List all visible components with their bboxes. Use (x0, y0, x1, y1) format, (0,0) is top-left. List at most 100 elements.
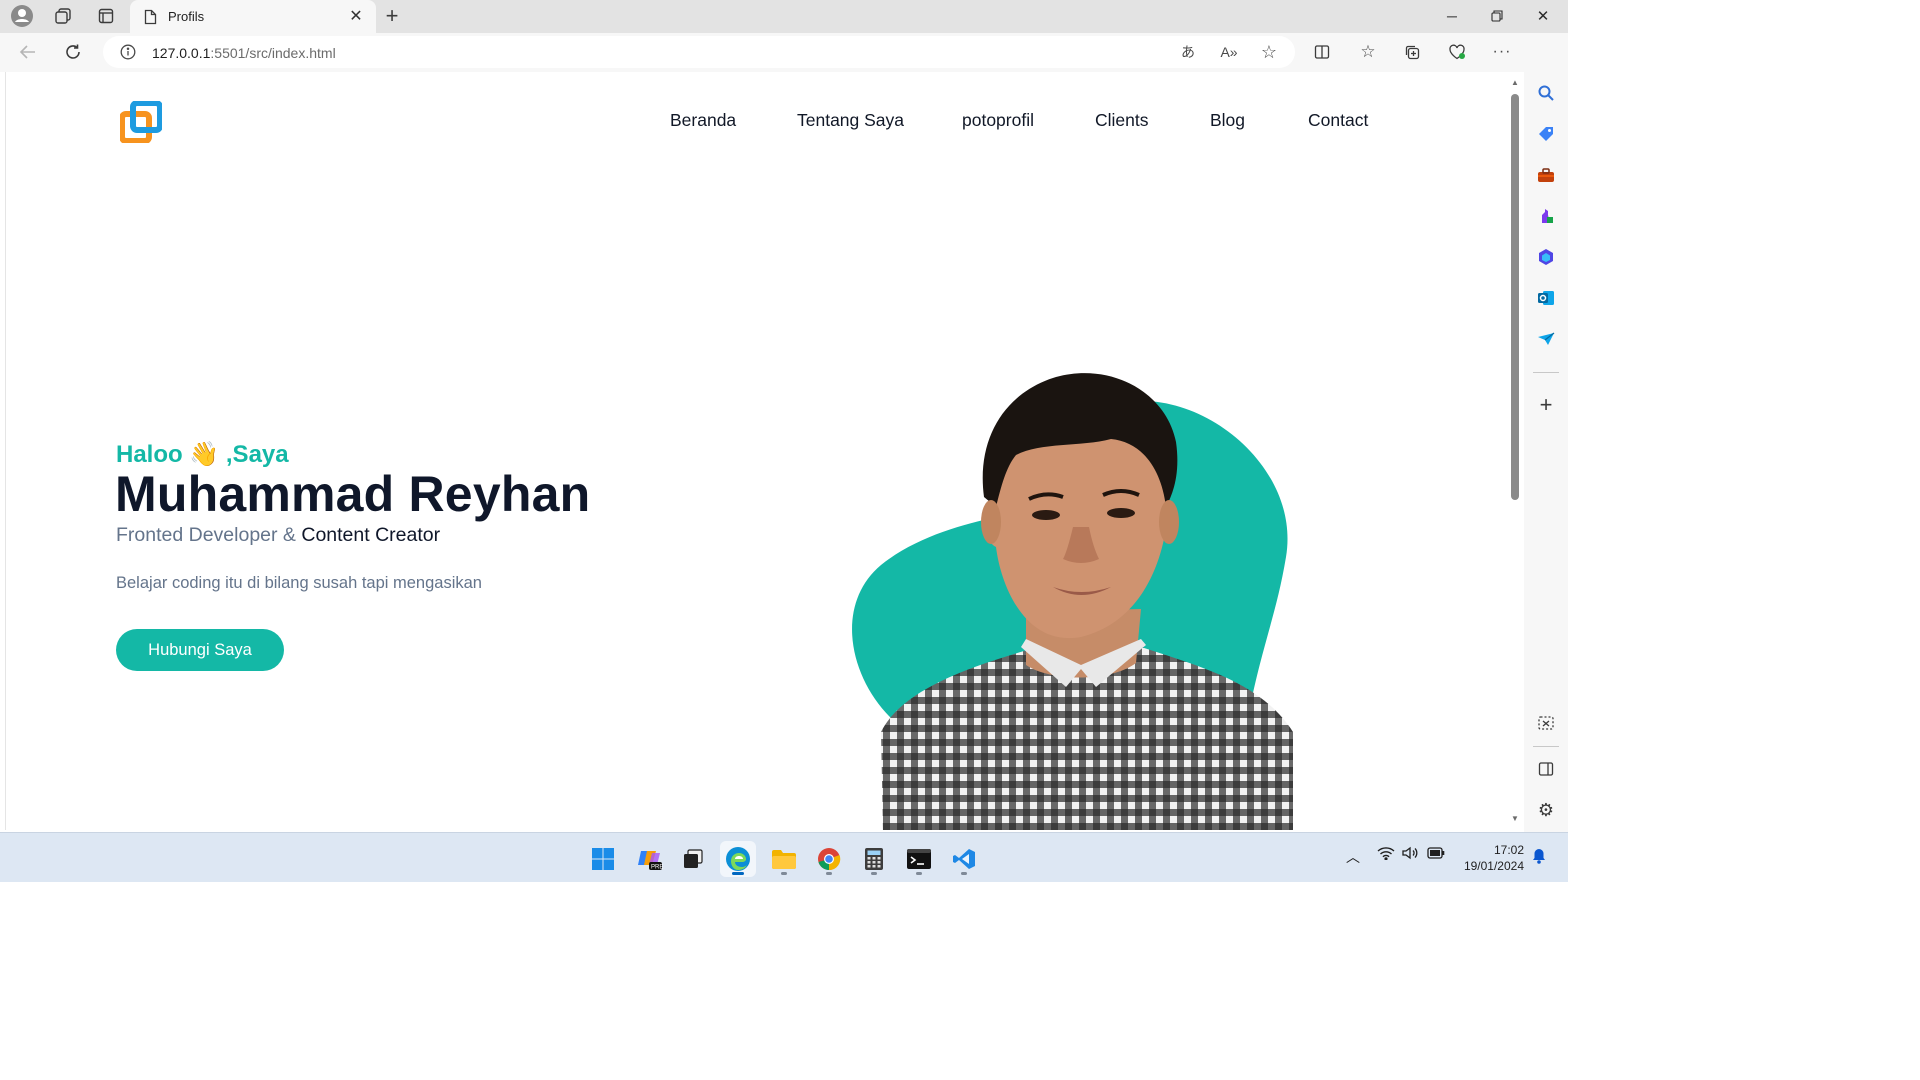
refresh-button[interactable] (60, 39, 86, 65)
copilot-preview-icon: PRE (638, 851, 663, 871)
url-text[interactable]: 127.0.0.1:5501/src/index.html (152, 45, 336, 61)
vscode-icon (953, 849, 975, 869)
sidebar-outlook-icon[interactable] (1534, 286, 1558, 310)
volume-icon[interactable] (1402, 846, 1418, 863)
wifi-icon[interactable] (1377, 846, 1395, 863)
vscode-app[interactable] (946, 841, 982, 877)
more-options-icon[interactable]: ··· (1489, 39, 1515, 65)
sidebar-drop-icon[interactable] (1534, 327, 1558, 351)
sidebar-tools-icon[interactable] (1534, 163, 1558, 187)
task-view-icon (684, 849, 703, 868)
task-view-app[interactable] (675, 841, 711, 877)
sidebar-add-icon[interactable]: + (1534, 392, 1558, 417)
edge-icon (726, 847, 750, 871)
close-tab-icon[interactable]: ✕ (346, 6, 366, 26)
chrome-indicator (826, 872, 832, 875)
clock-time: 17:02 (1493, 843, 1524, 857)
collections-icon[interactable] (1399, 39, 1425, 65)
sidebar-screenshot-icon[interactable] (1534, 711, 1558, 735)
sidebar-divider-bottom (1533, 746, 1559, 747)
back-arrow-icon (19, 45, 35, 59)
nav-contact[interactable]: Contact (1308, 110, 1368, 131)
restore-button[interactable] (1480, 3, 1514, 29)
svg-text:PRE: PRE (651, 865, 663, 871)
edge-app[interactable] (720, 841, 756, 877)
nav-blog[interactable]: Blog (1210, 110, 1245, 131)
hero-role: Fronted Developer & Content Creator (116, 524, 440, 547)
page-icon (144, 9, 157, 25)
file-explorer-app[interactable] (766, 841, 802, 877)
url-host: 127.0.0.1 (152, 45, 211, 61)
terminal-app[interactable] (901, 841, 937, 877)
nav-beranda[interactable]: Beranda (670, 110, 736, 131)
workspaces-button[interactable] (49, 2, 77, 30)
nav-potoprofil[interactable]: potoprofil (962, 110, 1034, 131)
read-aloud-icon[interactable]: A» (1216, 39, 1242, 65)
sidebar-shopping-icon[interactable] (1534, 122, 1558, 146)
contact-me-button[interactable]: Hubungi Saya (116, 629, 284, 671)
scroll-down-icon[interactable]: ▼ (1511, 814, 1519, 823)
calculator-icon (865, 848, 883, 870)
sidebar-search-icon[interactable] (1534, 81, 1558, 105)
taskbar-clock[interactable]: 17:02 19/01/2024 (1454, 842, 1524, 874)
nav-tentang-saya[interactable]: Tentang Saya (797, 110, 904, 131)
url-path: :5501/src/index.html (210, 45, 336, 61)
close-window-button[interactable]: ✕ (1526, 3, 1560, 29)
tray-overflow-icon[interactable]: ︿ (1346, 847, 1360, 867)
nav-clients[interactable]: Clients (1095, 110, 1149, 131)
battery-icon[interactable] (1427, 846, 1445, 862)
split-screen-icon[interactable] (1309, 39, 1335, 65)
vertical-tabs-button[interactable] (92, 2, 120, 30)
site-logo[interactable] (119, 100, 163, 144)
back-button[interactable] (15, 39, 41, 65)
profile-button[interactable] (8, 2, 36, 30)
role-highlight: Content Creator (301, 524, 441, 546)
minimize-button[interactable]: ─ (1435, 3, 1469, 29)
edge-active-indicator (732, 872, 744, 875)
hero-name: Muhammad Reyhan (115, 466, 591, 522)
clock-date: 19/01/2024 (1463, 859, 1524, 873)
notifications-bell-icon[interactable] (1532, 848, 1546, 867)
sidebar-microsoft365-icon[interactable] (1534, 245, 1558, 269)
terminal-icon (907, 849, 931, 869)
new-tab-button[interactable]: + (378, 2, 406, 30)
vscode-indicator (961, 872, 967, 875)
chrome-app[interactable] (811, 841, 847, 877)
tab-strip: Profils ✕ + ─ ✕ (0, 0, 1568, 33)
favorite-star-icon[interactable]: ☆ (1256, 39, 1282, 65)
sidebar-games-icon[interactable] (1534, 204, 1558, 228)
tab-actions-icon (98, 8, 114, 24)
page-viewport: Beranda Tentang Saya potoprofil Clients … (5, 72, 1507, 830)
explorer-indicator (781, 872, 787, 875)
terminal-indicator (916, 872, 922, 875)
hero-image (852, 373, 1293, 830)
refresh-icon (66, 44, 80, 59)
page-scrollbar[interactable]: ▲ ▼ (1508, 72, 1522, 830)
logo-icon (119, 100, 163, 144)
chrome-icon (818, 848, 841, 871)
tab-title: Profils (168, 9, 205, 24)
role-prefix: Fronted Developer & (116, 524, 302, 546)
address-bar[interactable]: 127.0.0.1:5501/src/index.html あ A» ☆ (103, 36, 1295, 68)
browser-essentials-icon[interactable] (1444, 39, 1470, 65)
copilot-preview-app[interactable]: PRE (632, 841, 668, 877)
translate-icon[interactable]: あ (1175, 39, 1201, 65)
profile-icon (11, 5, 33, 27)
calculator-app[interactable] (856, 841, 892, 877)
start-button[interactable] (585, 841, 621, 877)
plus-icon: + (385, 3, 399, 28)
site-info-icon[interactable] (120, 44, 136, 60)
scroll-up-icon[interactable]: ▲ (1511, 78, 1519, 87)
edge-sidebar: + ⚙ (1524, 33, 1568, 832)
hero-tagline: Belajar coding itu di bilang susah tapi … (116, 574, 482, 592)
sidebar-hide-icon[interactable] (1534, 757, 1558, 781)
taskbar: PRE ︿ 17:02 19/01/2024 (0, 832, 1568, 882)
sidebar-settings-icon[interactable]: ⚙ (1534, 798, 1558, 822)
workspaces-icon (55, 8, 71, 24)
favorites-icon[interactable]: ☆ (1355, 39, 1381, 65)
active-tab[interactable]: Profils ✕ (130, 0, 376, 33)
folder-icon (772, 850, 796, 869)
scroll-thumb[interactable] (1511, 94, 1519, 500)
restore-icon (1491, 10, 1503, 22)
sidebar-divider (1533, 372, 1559, 373)
